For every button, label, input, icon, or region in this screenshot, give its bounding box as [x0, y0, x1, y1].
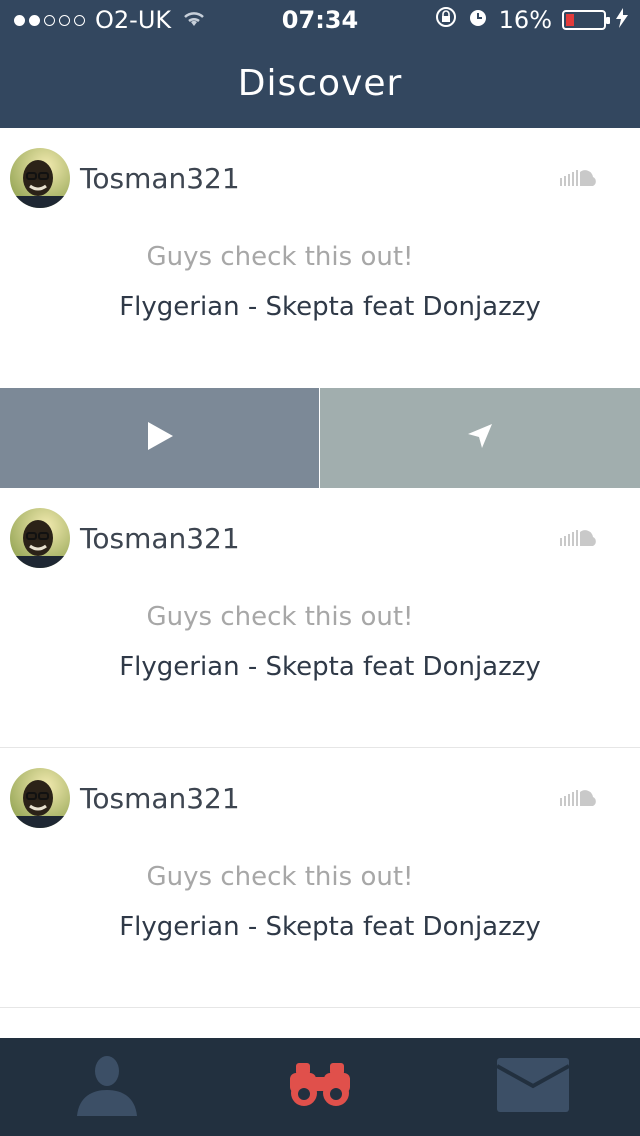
post-username[interactable]: Tosman321: [80, 162, 240, 195]
feed-post[interactable]: Tosman321 Guys check this out! Flygerian…: [0, 128, 640, 488]
tab-profile[interactable]: [0, 1038, 213, 1136]
tab-messages[interactable]: [426, 1038, 640, 1136]
soundcloud-icon: [560, 788, 600, 812]
mail-icon: [496, 1058, 570, 1116]
tab-bar: [0, 1038, 640, 1136]
post-message: Guys check this out!: [146, 602, 414, 632]
post-message: Guys check this out!: [146, 242, 414, 272]
avatar[interactable]: [10, 148, 70, 208]
avatar[interactable]: [10, 768, 70, 828]
feed-post[interactable]: Tosman321 Guys check this out! Flygerian…: [0, 488, 640, 748]
tab-discover[interactable]: [213, 1038, 426, 1136]
status-bar: O2-UK 07:34 16%: [0, 0, 640, 40]
post-song-title[interactable]: Flygerian - Skepta feat Donjazzy: [0, 652, 640, 682]
binoculars-icon: [288, 1063, 352, 1111]
post-message: Guys check this out!: [146, 862, 414, 892]
post-song-title[interactable]: Flygerian - Skepta feat Donjazzy: [0, 292, 640, 322]
discover-feed[interactable]: Tosman321 Guys check this out! Flygerian…: [0, 128, 640, 1008]
avatar[interactable]: [10, 508, 70, 568]
post-actions: [0, 388, 640, 488]
battery-percent: 16%: [498, 6, 552, 34]
feed-post[interactable]: Tosman321 Guys check this out! Flygerian…: [0, 748, 640, 1008]
post-song-title[interactable]: Flygerian - Skepta feat Donjazzy: [0, 912, 640, 942]
charging-icon: [616, 6, 628, 34]
navigation-bar: Discover: [0, 40, 640, 128]
play-icon: [146, 421, 174, 455]
battery-icon: [562, 10, 610, 30]
location-arrow-icon: [466, 422, 494, 454]
locate-button[interactable]: [320, 388, 640, 488]
page-title: Discover: [237, 63, 403, 104]
soundcloud-icon: [560, 168, 600, 192]
orientation-lock-icon: [435, 6, 457, 34]
post-username[interactable]: Tosman321: [80, 782, 240, 815]
alarm-icon: [467, 6, 489, 34]
post-username[interactable]: Tosman321: [80, 522, 240, 555]
play-button[interactable]: [0, 388, 320, 488]
profile-icon: [75, 1054, 139, 1120]
soundcloud-icon: [560, 528, 600, 552]
